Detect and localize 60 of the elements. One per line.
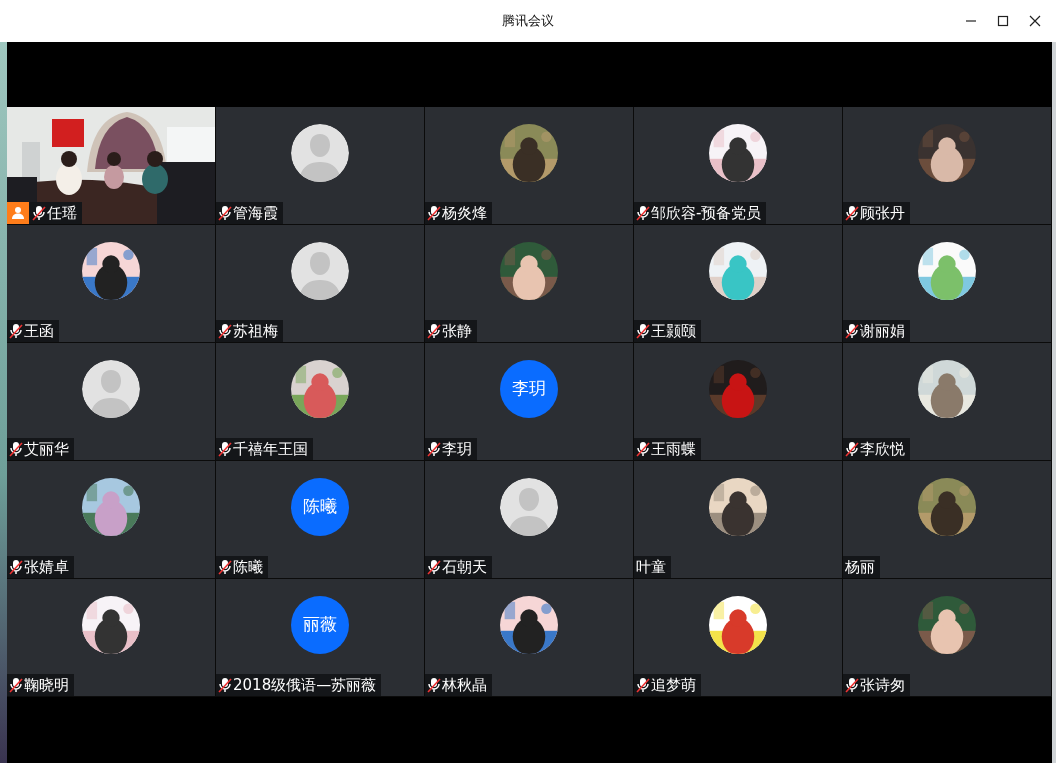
participant-tile[interactable]: 任瑶 [7,107,216,225]
participant-tile[interactable]: 张诗匆 [843,579,1052,697]
participant-name: 陈曦 [233,559,263,575]
participant-name: 杨丽 [845,559,875,575]
participant-tile[interactable]: 艾丽华 [7,343,216,461]
default-avatar-icon [82,360,140,418]
participant-tile[interactable]: 陈曦 陈曦 [216,461,425,579]
default-avatar-icon [291,242,349,300]
participant-tile[interactable]: 丽薇 2018级俄语—苏丽薇 [216,579,425,697]
participant-tile[interactable]: 张静 [425,225,634,343]
default-avatar-icon [500,478,558,536]
participant-name: 张诗匆 [860,677,905,693]
participant-name: 谢丽娟 [860,323,905,339]
maximize-icon [997,15,1009,27]
participant-tile[interactable]: 李玥 李玥 [425,343,634,461]
participant-tile[interactable]: 千禧年王国 [216,343,425,461]
participant-name: 李玥 [442,441,472,457]
participant-name: 顾张丹 [860,205,905,221]
initials-avatar: 李玥 [500,360,558,418]
participant-name: 苏祖梅 [233,323,278,339]
participant-name: 叶童 [636,559,666,575]
participant-name: 张婧卓 [24,559,69,575]
participant-tile[interactable]: 追梦萌 [634,579,843,697]
participant-tile[interactable]: 王颢颐 [634,225,843,343]
window-title: 腾讯会议 [502,12,554,31]
participant-name: 鞠晓明 [24,677,69,693]
participant-tile[interactable]: 管海霞 [216,107,425,225]
participant-name: 王雨蝶 [651,441,696,457]
participant-tile[interactable]: 苏祖梅 [216,225,425,343]
initials-avatar: 陈曦 [291,478,349,536]
participant-tile[interactable]: 李欣悦 [843,343,1052,461]
participant-tile[interactable]: 顾张丹 [843,107,1052,225]
participant-tile[interactable]: 叶童 [634,461,843,579]
participant-name: 邹欣容-预备党员 [651,205,762,221]
participant-tile[interactable]: 杨炎烽 [425,107,634,225]
participant-name: 千禧年王国 [233,441,308,457]
close-icon [1029,15,1041,27]
participant-name: 追梦萌 [651,677,696,693]
participant-name: 张静 [442,323,472,339]
participant-tile[interactable]: 张婧卓 [7,461,216,579]
participant-name: 管海霞 [233,205,278,221]
participant-name: 杨炎烽 [442,205,487,221]
participant-tile[interactable]: 杨丽 [843,461,1052,579]
participant-tile[interactable]: 王雨蝶 [634,343,843,461]
participant-tile[interactable]: 林秋晶 [425,579,634,697]
participant-tile[interactable]: 王函 [7,225,216,343]
participant-name: 王函 [24,323,54,339]
participant-tile[interactable]: 邹欣容-预备党员 [634,107,843,225]
participant-name: 林秋晶 [442,677,487,693]
participant-name: 任瑶 [47,205,77,221]
participant-tile[interactable]: 石朝天 [425,461,634,579]
default-avatar-icon [291,124,349,182]
participant-name: 王颢颐 [651,323,696,339]
participant-name: 2018级俄语—苏丽薇 [233,677,377,693]
participant-name: 石朝天 [442,559,487,575]
participant-tile[interactable]: 鞠晓明 [7,579,216,697]
participant-name: 李欣悦 [860,441,905,457]
participant-tile[interactable]: 谢丽娟 [843,225,1052,343]
initials-avatar: 丽薇 [291,596,349,654]
participant-name: 艾丽华 [24,441,69,457]
